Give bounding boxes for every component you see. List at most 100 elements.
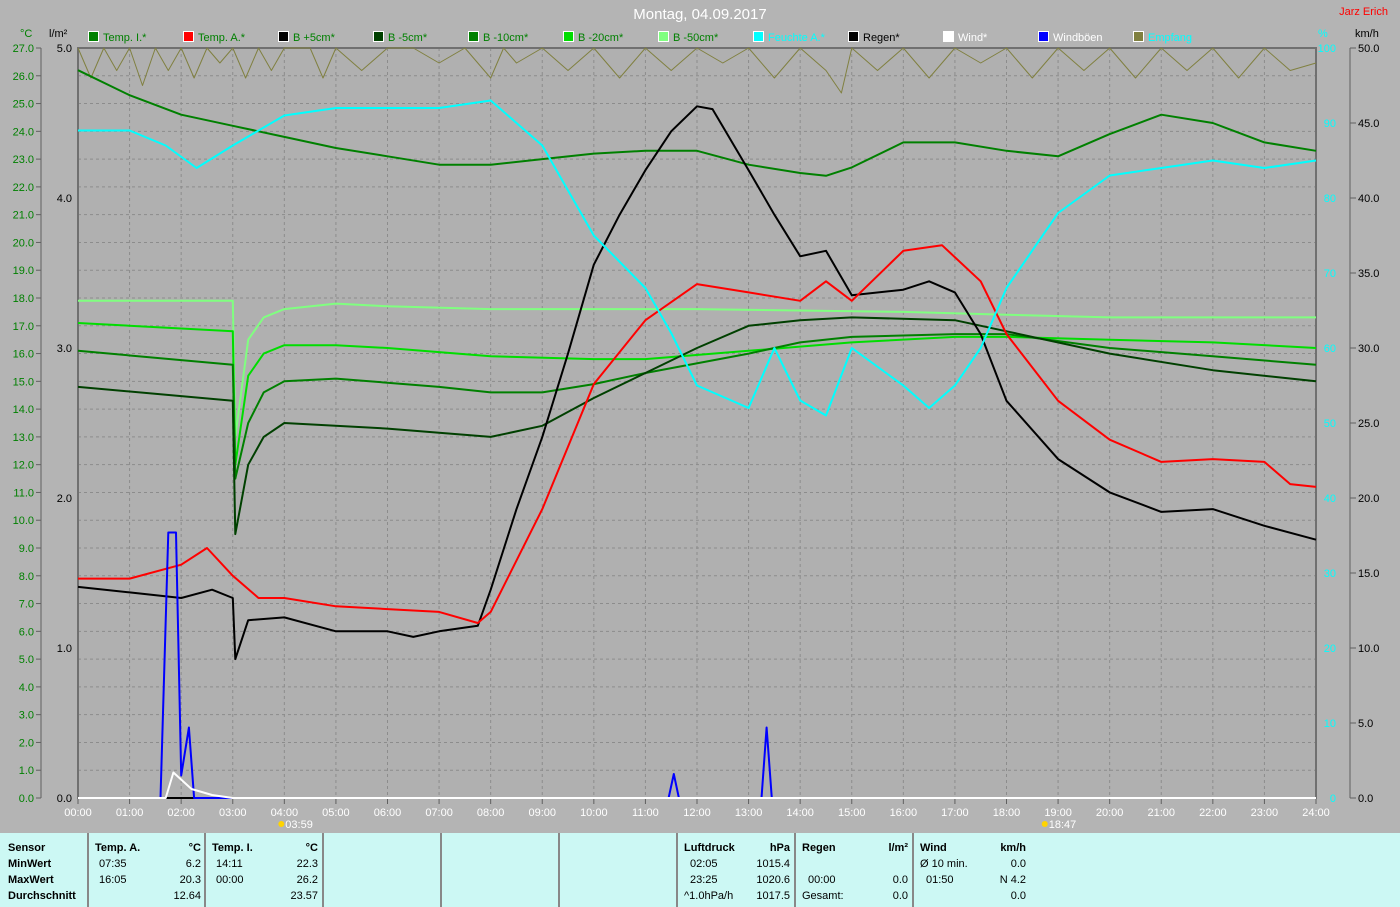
wind-column: Wind km/h Ø 10 min. 0.0 01:50 N 4.2 0.0 (912, 833, 1030, 907)
temp-tick-label: 0.0 (19, 793, 34, 805)
legend-swatch (943, 31, 954, 42)
x-tick-label: 17:00 (941, 807, 969, 819)
legend-item: Feuchte A.* (753, 31, 825, 44)
wind-tick-label: 35.0 (1358, 268, 1379, 280)
x-tick-label: 10:00 (580, 807, 608, 819)
sunrise-time-label: 03:59 (285, 819, 313, 831)
humidity-tick-label: 90 (1324, 118, 1336, 130)
temp-tick-label: 25.0 (13, 99, 34, 111)
humidity-axis-unit: % (1318, 28, 1328, 40)
temp-tick-label: 12.0 (13, 460, 34, 472)
wind-tick-label: 30.0 (1358, 343, 1379, 355)
wind-tick-label: 40.0 (1358, 193, 1379, 205)
empty-column (322, 833, 440, 907)
temp-a-min-time: 07:35 (99, 858, 127, 870)
temp-tick-label: 3.0 (19, 710, 34, 722)
x-tick-label: 02:00 (167, 807, 195, 819)
pressure-min-time: 02:05 (690, 858, 718, 870)
legend-label: B -20cm* (578, 32, 624, 44)
temp-i-unit: °C (305, 842, 318, 854)
temp-i-max: 26.2 (296, 874, 318, 886)
rain-total: 0.0 (892, 890, 908, 902)
temp-a-unit: °C (188, 842, 201, 854)
rain-tick-label: 3.0 (57, 343, 72, 355)
legend-item: B -20cm* (563, 31, 623, 44)
legend-swatch (278, 31, 289, 42)
wind-tick-label: 0.0 (1358, 793, 1373, 805)
minwert-label: MinWert (8, 858, 52, 870)
temp-tick-label: 6.0 (19, 626, 34, 638)
temp-tick-label: 17.0 (13, 321, 34, 333)
temp-a-avg: 12.64 (173, 890, 201, 902)
temp-tick-label: 20.0 (13, 237, 34, 249)
humidity-tick-label: 30 (1324, 568, 1336, 580)
x-tick-label: 06:00 (374, 807, 402, 819)
legend-item: B -10cm* (468, 31, 528, 44)
temp-tick-label: 22.0 (13, 182, 34, 194)
rain-tick-label: 0.0 (57, 793, 72, 805)
legend-swatch (1133, 31, 1144, 42)
rain-column: Regen l/m² 00:00 0.0 Gesamt: 0.0 (794, 833, 912, 907)
pressure-max: 1020.6 (756, 874, 790, 886)
x-tick-label: 22:00 (1199, 807, 1227, 819)
maxwert-label: MaxWert (8, 874, 54, 886)
legend-label: Temp. A.* (198, 32, 246, 44)
x-tick-label: 20:00 (1096, 807, 1124, 819)
wind-axis-unit: km/h (1355, 28, 1379, 40)
humidity-tick-label: 40 (1324, 493, 1336, 505)
wind-unit: km/h (1000, 842, 1026, 854)
legend-swatch (373, 31, 384, 42)
x-tick-label: 07:00 (425, 807, 453, 819)
temp-tick-label: 10.0 (13, 515, 34, 527)
x-tick-label: 08:00 (477, 807, 505, 819)
temp-a-column: Temp. A. °C 07:35 6.2 16:05 20.3 12.64 (87, 833, 205, 907)
x-tick-label: 16:00 (890, 807, 918, 819)
legend-item: Regen* (848, 31, 900, 44)
pressure-trend: ^1.0hPa/h (684, 890, 734, 902)
author-label: Jarz Erich (1339, 6, 1388, 18)
wind-tick-label: 25.0 (1358, 418, 1379, 430)
pressure-avg: 1017.5 (756, 890, 790, 902)
humidity-tick-label: 50 (1324, 418, 1336, 430)
rain-tick-label: 2.0 (57, 493, 72, 505)
empty-column (558, 833, 676, 907)
humidity-tick-label: 80 (1324, 193, 1336, 205)
x-tick-label: 05:00 (322, 807, 350, 819)
wind-tick-label: 45.0 (1358, 118, 1379, 130)
x-tick-label: 03:00 (219, 807, 247, 819)
legend-label: Windböen (1053, 32, 1103, 44)
legend-label: B -50cm* (673, 32, 719, 44)
temp-tick-label: 16.0 (13, 349, 34, 361)
temp-tick-label: 11.0 (13, 487, 34, 499)
sensor-header: Sensor (8, 842, 46, 854)
x-tick-label: 13:00 (735, 807, 763, 819)
temp-tick-label: 23.0 (13, 154, 34, 166)
legend-item: Temp. I.* (88, 31, 146, 44)
temp-tick-label: 27.0 (13, 43, 34, 55)
x-tick-label: 15:00 (838, 807, 866, 819)
x-tick-label: 04:00 (271, 807, 299, 819)
wind-tick-label: 5.0 (1358, 718, 1373, 730)
temp-tick-label: 8.0 (19, 571, 34, 583)
humidity-tick-label: 10 (1324, 718, 1336, 730)
sunset-icon (1041, 821, 1048, 827)
x-tick-label: 12:00 (683, 807, 711, 819)
wind-avg-label: Ø 10 min. (920, 858, 968, 870)
rain-tick-label: 5.0 (57, 43, 72, 55)
pressure-unit: hPa (769, 842, 790, 854)
legend-label: Feuchte A.* (768, 32, 825, 44)
pressure-column: Luftdruck hPa 02:05 1015.4 23:25 1020.6 … (676, 833, 794, 907)
rain-value: 0.0 (892, 874, 908, 886)
legend-item: Wind* (943, 31, 987, 44)
pressure-max-time: 23:25 (690, 874, 718, 886)
wind-last: 0.0 (1010, 890, 1026, 902)
temp-a-min: 6.2 (185, 858, 201, 870)
x-tick-label: 18:00 (993, 807, 1021, 819)
temp-tick-label: 9.0 (19, 543, 34, 555)
temp-axis-unit: °C (20, 28, 32, 40)
rain-tick-label: 1.0 (57, 643, 72, 655)
legend-label: Wind* (958, 32, 988, 44)
legend-label: B +5cm* (293, 32, 335, 44)
temp-tick-label: 26.0 (13, 71, 34, 83)
legend-label: Empfang (1148, 32, 1193, 44)
